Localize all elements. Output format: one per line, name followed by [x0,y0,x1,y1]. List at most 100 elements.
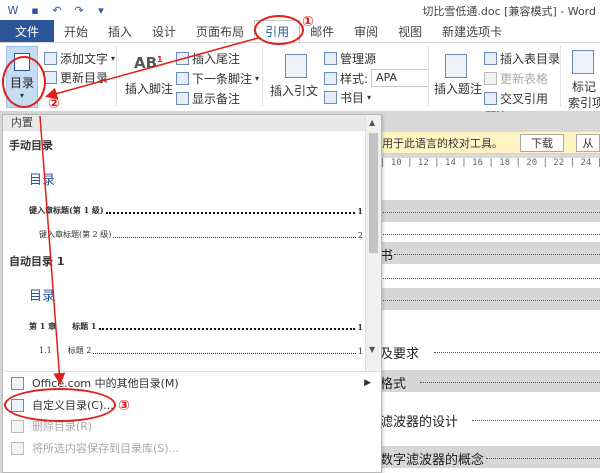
ribbon-separator [116,46,117,106]
table-of-figures-icon [484,52,497,65]
mark-entry-icon [572,50,594,74]
update-table-icon [484,72,497,85]
insert-caption-icon [445,54,467,78]
bibliography-label: 书目 [340,91,365,105]
remove-toc-icon [11,419,24,433]
update-table-label: 更新表格 [500,72,549,86]
tab-design[interactable]: 设计 [142,20,186,42]
auto-toc-title: 自动目录 1 [9,255,65,268]
document-line[interactable] [380,222,600,244]
document-line[interactable] [380,266,600,288]
document-line[interactable]: 书 [380,242,600,264]
insert-endnote-button[interactable]: 插入尾注 [176,50,240,67]
style-selector[interactable]: 样式: APA [324,69,430,87]
insert-citation-icon [285,54,307,78]
toc-preview-heading: 目录 [29,289,56,304]
save-to-gallery-menu-item[interactable]: 将所选内容保存到目录库(S)... [5,438,379,458]
notification-text: 用于此语言的校对工具。 [382,136,503,150]
annotation-circle-custom-toc [4,388,116,422]
gallery-header: 内置 [3,115,381,131]
document-line[interactable]: 数字滤波器的概念 [380,446,600,468]
manual-toc-title: 手动目录 [9,139,53,152]
menu-separator [3,371,381,372]
mark-entry-button[interactable]: 标记 [572,78,596,95]
next-footnote-button[interactable]: 下一条脚注 ▾ [176,70,259,87]
toc-preview-line: 第 1 章 标题 11 [29,321,363,332]
annotation-circle-references [254,15,304,45]
update-table-button[interactable]: 更新表格 [484,70,548,87]
insert-table-of-figures-label: 插入表目录 [500,52,561,66]
scrollbar-thumb[interactable] [369,133,378,253]
chevron-right-icon: ▶ [364,378,371,388]
toc-preview-line: 键入章标题(第 2 级) 2 [39,230,363,240]
tab-file[interactable]: 文件 [0,20,54,42]
auto-toc-option[interactable]: 目录 第 1 章 标题 11 1.1 标题 21 [9,271,365,381]
cross-reference-label: 交叉引用 [500,92,549,106]
style-dropdown[interactable]: APA [371,69,430,87]
ribbon-separator [560,46,561,106]
customize-dropdown-icon[interactable]: ▾ [94,3,108,17]
add-text-icon [44,52,57,65]
toc-preview-heading: 目录 [29,173,56,188]
window-title: 切比雪低通.doc [兼容模式] - Word [422,5,596,18]
bibliography-button[interactable]: 书目 ▾ [324,89,371,106]
save-icon[interactable]: ▪ [28,3,42,17]
mark-entry-label: 标记 [572,80,597,94]
document-line[interactable] [380,200,600,222]
next-footnote-label: 下一条脚注 [192,72,253,86]
document-line[interactable] [380,288,600,310]
proofing-notification-bar: 用于此语言的校对工具。 下载 从 [380,132,600,154]
tab-layout[interactable]: 页面布局 [186,20,254,42]
manage-sources-button[interactable]: 管理源 [324,50,376,67]
menu-item-label: 将所选内容保存到目录库(S)... [32,442,180,455]
document-line[interactable]: 滤波器的设计 [380,408,600,430]
manual-toc-option[interactable]: 目录 键入章标题(第 1 级) 1 键入章标题(第 2 级) 2 [9,155,365,265]
more-button[interactable]: 从 [576,134,600,152]
footnote-icon: AB1 [134,54,163,72]
download-button[interactable]: 下载 [520,134,564,152]
add-text-button[interactable]: 添加文字 ▾ [44,50,115,67]
show-notes-button[interactable]: 显示备注 [176,90,240,107]
office-com-icon [11,376,24,390]
document-line[interactable]: 及要求 [380,340,600,362]
insert-caption-label: 插入题注 [434,82,483,96]
tab-review[interactable]: 审阅 [344,20,388,42]
tab-insert[interactable]: 插入 [98,20,142,42]
manage-sources-label: 管理源 [340,52,377,66]
next-footnote-icon [176,72,189,85]
tab-new[interactable]: 新建选项卡 [432,20,512,42]
endnote-icon [176,52,189,65]
update-toc-button[interactable]: 更新目录 [44,69,108,86]
quick-access-toolbar: W ▪ ↶ ↷ ▾ [0,3,108,17]
scroll-up-icon[interactable]: ▲ [369,118,375,127]
chevron-down-icon: ▾ [111,54,116,63]
bibliography-icon [324,91,337,104]
add-text-label: 添加文字 [60,52,109,66]
undo-icon[interactable]: ↶ [50,3,64,17]
cross-reference-button[interactable]: 交叉引用 [484,90,548,107]
chevron-down-icon: ▾ [367,93,372,102]
scroll-down-icon[interactable]: ▼ [369,345,375,354]
cross-reference-icon [484,92,497,105]
gallery-scrollbar[interactable]: ▲ ▼ [365,115,381,371]
tab-view[interactable]: 视图 [388,20,432,42]
tab-home[interactable]: 开始 [54,20,98,42]
annotation-number-2: ② [48,96,60,112]
mark-entry-label-2: 索引项 [568,96,600,110]
insert-citation-button[interactable]: 插入引文 [270,82,318,99]
style-icon [324,71,337,85]
toc-preview-line: 键入章标题(第 1 级) 1 [29,205,363,216]
insert-caption-button[interactable]: 插入题注 [434,80,482,97]
document-line[interactable]: 格式 [380,370,600,392]
insert-footnote-button[interactable]: 插入脚注 [125,80,173,97]
redo-icon[interactable]: ↷ [72,3,86,17]
insert-footnote-label: 插入脚注 [125,82,174,96]
insert-endnote-label: 插入尾注 [192,52,241,66]
insert-table-of-figures-button[interactable]: 插入表目录 [484,50,560,67]
word-logo-icon: W [7,3,19,17]
show-notes-icon [176,92,189,105]
ribbon-separator [262,46,263,106]
insert-citation-label: 插入引文 [270,84,319,98]
toc-preview-line: 1.1 标题 21 [39,346,363,356]
annotation-number-1: ① [302,14,314,30]
